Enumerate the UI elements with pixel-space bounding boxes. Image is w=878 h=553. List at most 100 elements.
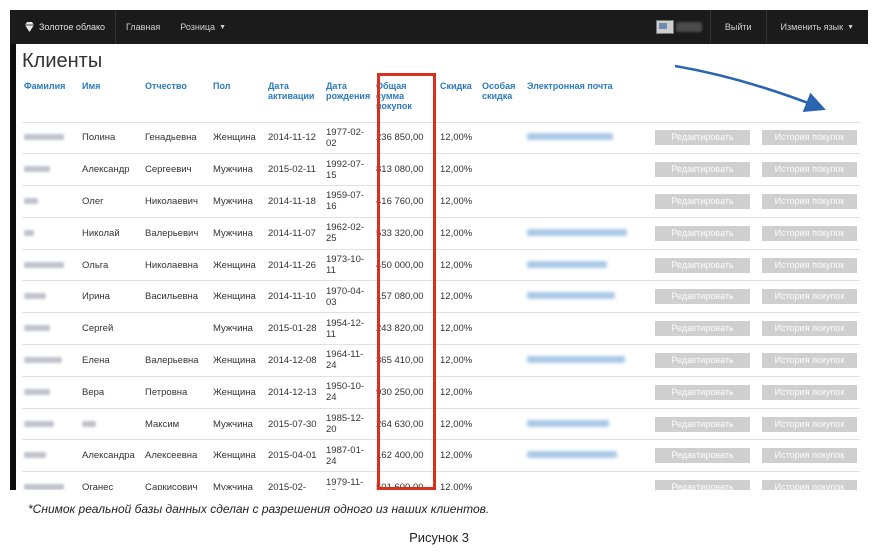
col-header-birth-date[interactable]: Дата рождения [324, 78, 374, 122]
edit-button[interactable]: Редактировать [655, 193, 750, 209]
cell-history: История покупок [760, 185, 860, 218]
col-header-lastname[interactable]: Фамилия [22, 78, 80, 122]
cell-lastname-redacted [22, 312, 80, 345]
nav-retail-label: Розница [180, 22, 216, 32]
edit-button[interactable]: Редактировать [655, 448, 750, 464]
col-header-activation-date[interactable]: Дата активации [266, 78, 324, 122]
cell-email-redacted [525, 344, 653, 377]
cell-gender: Женщина [211, 248, 266, 281]
nav-home-label: Главная [126, 22, 161, 32]
cell-special-discount [480, 248, 525, 281]
cell-firstname: Николай [80, 216, 143, 250]
col-header-email[interactable]: Электронная почта [525, 78, 653, 122]
cell-special-discount [480, 375, 525, 409]
logout-link[interactable]: Выйти [711, 10, 766, 44]
diamond-icon [25, 22, 34, 32]
cell-birth-date: 1962-02-25 [324, 216, 374, 250]
edit-button[interactable]: Редактировать [655, 352, 750, 368]
cell-special-discount [480, 216, 525, 250]
cell-total-purchases: 930 250,00 [374, 375, 438, 409]
purchase-history-button[interactable]: История покупок [762, 321, 857, 337]
cell-activation-date: 2015-02-11 [266, 153, 324, 186]
avatar[interactable] [655, 20, 674, 34]
cell-firstname: Полина [80, 121, 143, 154]
edit-button[interactable]: Редактировать [655, 162, 750, 178]
cell-birth-date: 1992-07-15 [324, 153, 374, 186]
table-row: Ольга Николаевна Женщина 2014-11-26 1973-10-… [22, 248, 860, 281]
purchase-history-button[interactable]: История покупок [762, 289, 857, 305]
cell-edit: Редактировать [653, 185, 760, 218]
cell-patronymic: Валерьевич [143, 216, 211, 250]
col-header-firstname[interactable]: Имя [80, 78, 143, 122]
cell-total-purchases: 533 320,00 [374, 216, 438, 250]
cell-birth-date: 1979-11-05 [324, 471, 374, 490]
cell-total-purchases: 264 630,00 [374, 407, 438, 440]
cell-edit: Редактировать [653, 280, 760, 313]
cell-discount: 12,00% [438, 280, 480, 313]
top-navbar: Золотое облако Главная Розница ▼ Выйти И… [10, 10, 868, 44]
cell-birth-date: 1950-10-24 [324, 375, 374, 409]
figure-caption: Рисунок 3 [409, 530, 469, 545]
table-row: Сергей Мужчина 2015-01-28 1954-12-11 243 820… [22, 312, 860, 345]
col-header-special-discount[interactable]: Особая скидка [480, 78, 525, 122]
cell-discount: 12,00% [438, 312, 480, 345]
cell-patronymic: Саркисович [143, 471, 211, 490]
cell-gender: Мужчина [211, 471, 266, 490]
purchase-history-button[interactable]: История покупок [762, 448, 857, 464]
purchase-history-button[interactable]: История покупок [762, 162, 857, 178]
table-row: Александр Сергеевич Мужчина 2015-02-11 1992-… [22, 153, 860, 186]
nav-home[interactable]: Главная [116, 10, 170, 44]
edit-button[interactable]: Редактировать [655, 289, 750, 305]
brand-link[interactable]: Золотое облако [10, 10, 116, 44]
cell-activation-date: 2015-04-01 [266, 439, 324, 472]
cell-gender: Женщина [211, 121, 266, 154]
cell-activation-date: 2014-11-10 [266, 280, 324, 313]
edit-button[interactable]: Редактировать [655, 480, 750, 490]
cell-gender: Мужчина [211, 216, 266, 250]
purchase-history-button[interactable]: История покупок [762, 480, 857, 490]
cell-patronymic: Генадьевна [143, 121, 211, 154]
cell-edit: Редактировать [653, 471, 760, 490]
edit-button[interactable]: Редактировать [655, 321, 750, 337]
purchase-history-button[interactable]: История покупок [762, 130, 857, 146]
edit-button[interactable]: Редактировать [655, 225, 750, 241]
cell-discount: 12,00% [438, 407, 480, 440]
cell-history: История покупок [760, 121, 860, 154]
col-header-gender[interactable]: Пол [211, 78, 266, 122]
edit-button[interactable]: Редактировать [655, 416, 750, 432]
cell-gender: Женщина [211, 344, 266, 377]
brand-name: Золотое облако [39, 22, 105, 32]
purchase-history-button[interactable]: История покупок [762, 384, 857, 400]
purchase-history-button[interactable]: История покупок [762, 352, 857, 368]
cell-total-purchases: 501 600,00 [374, 471, 438, 490]
cell-email-redacted [525, 216, 653, 250]
edit-button[interactable]: Редактировать [655, 130, 750, 146]
cell-firstname: Сергей [80, 312, 143, 345]
purchase-history-button[interactable]: История покупок [762, 257, 857, 273]
col-header-patronymic[interactable]: Отчество [143, 78, 211, 122]
purchase-history-button[interactable]: История покупок [762, 416, 857, 432]
language-menu[interactable]: Изменить язык ▼ [767, 10, 868, 44]
col-header-total-purchases[interactable]: Общая сумма покупок [374, 78, 438, 122]
purchase-history-button[interactable]: История покупок [762, 193, 857, 209]
cell-history: История покупок [760, 344, 860, 377]
cell-patronymic: Николаевна [143, 248, 211, 281]
footnote: *Снимок реальной базы данных сделан с ра… [28, 502, 490, 516]
cell-email-redacted [525, 375, 653, 409]
cell-patronymic: Алексеевна [143, 439, 211, 472]
cell-gender: Женщина [211, 280, 266, 313]
col-header-discount[interactable]: Скидка [438, 78, 480, 122]
table-row: ОганесСаркисовичМужчина2015-02-1979-11-0… [22, 471, 860, 490]
cell-edit: Редактировать [653, 344, 760, 377]
cell-history: История покупок [760, 153, 860, 186]
cell-firstname [80, 407, 143, 440]
purchase-history-button[interactable]: История покупок [762, 225, 857, 241]
cell-email-redacted [525, 248, 653, 281]
cell-discount: 12,00% [438, 121, 480, 154]
edit-button[interactable]: Редактировать [655, 257, 750, 273]
cell-birth-date: 1985-12-20 [324, 407, 374, 440]
cell-birth-date: 1964-11-24 [324, 344, 374, 377]
nav-retail[interactable]: Розница ▼ [170, 10, 236, 44]
edit-button[interactable]: Редактировать [655, 384, 750, 400]
cell-email-redacted [525, 185, 653, 218]
